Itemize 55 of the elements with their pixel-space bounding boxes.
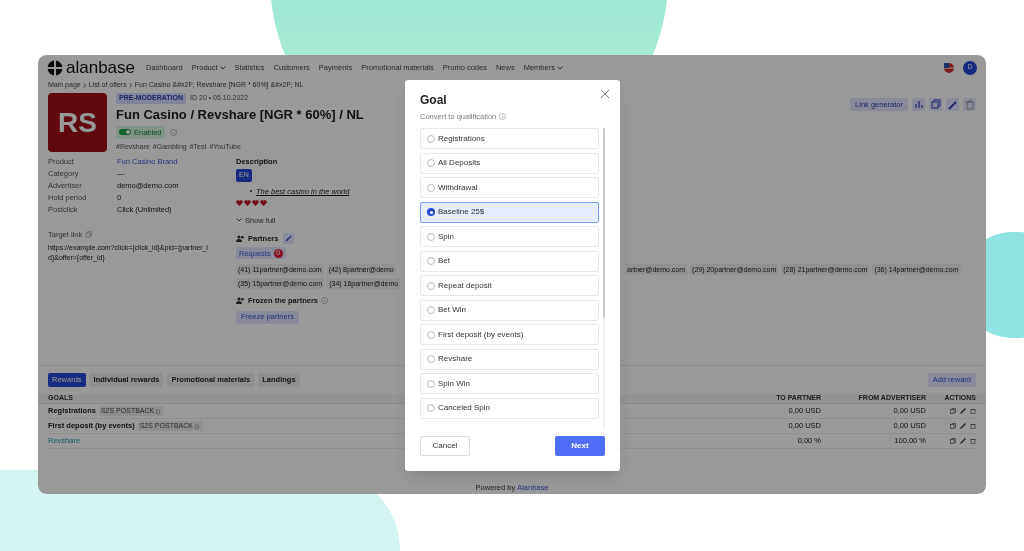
- copy-icon: [950, 408, 956, 414]
- goal-option[interactable]: Revshare: [420, 348, 599, 370]
- info-icon: [321, 297, 328, 305]
- trash-icon: [970, 423, 976, 429]
- chevron-down-icon: [236, 218, 242, 223]
- goal-option[interactable]: First deposit (by events): [420, 324, 599, 346]
- goal-option[interactable]: Spin: [420, 226, 599, 248]
- copy-icon: [929, 98, 942, 111]
- copy-icon: [156, 408, 162, 414]
- scrollbar[interactable]: [603, 128, 605, 431]
- chevron-right-icon: [82, 82, 87, 88]
- pencil-icon: [960, 423, 966, 429]
- copy-button[interactable]: [929, 98, 942, 111]
- logo-text: alanbase: [66, 59, 135, 76]
- chevron-down-icon: [556, 65, 563, 70]
- offer-logo: RS: [48, 93, 107, 152]
- goal-option[interactable]: Canceled Spin: [420, 397, 599, 419]
- copy-icon: [195, 423, 200, 429]
- trash-icon: [963, 98, 976, 111]
- trash-icon: [970, 408, 976, 414]
- goal-option[interactable]: Registrations: [420, 128, 599, 150]
- pencil-icon: [960, 408, 966, 414]
- chart-icon: [912, 98, 925, 111]
- goal-option[interactable]: Repeat deposit: [420, 275, 599, 297]
- dialog-title: Goal: [420, 94, 448, 106]
- close-icon: [600, 89, 610, 99]
- goal-option[interactable]: Withdrawal: [420, 177, 599, 199]
- copy-icon: [85, 231, 93, 239]
- cancel-button[interactable]: Cancel: [420, 436, 470, 457]
- goal-option[interactable]: Spin Win: [420, 373, 599, 395]
- goal-option[interactable]: Baseline 25$: [420, 201, 599, 223]
- chevron-right-icon: [128, 82, 133, 88]
- trash-icon: [970, 438, 976, 444]
- info-icon: [169, 128, 177, 136]
- info-icon: [499, 113, 507, 121]
- chart-button[interactable]: [912, 98, 925, 111]
- edit-button[interactable]: [283, 233, 295, 245]
- pencil-button[interactable]: [946, 98, 959, 111]
- pencil-icon: [946, 98, 959, 111]
- pencil-icon: [285, 235, 293, 243]
- next-button[interactable]: Next: [555, 436, 605, 457]
- copy-icon: [950, 423, 956, 429]
- users-icon: [236, 297, 245, 305]
- copy-icon: [950, 438, 956, 444]
- trash-button[interactable]: [963, 98, 976, 111]
- goal-option[interactable]: Bet Win: [420, 299, 599, 321]
- flag-icon: [944, 62, 954, 73]
- logo-icon: [47, 59, 63, 76]
- chevron-down-icon: [219, 65, 226, 70]
- offer-title: Fun Casino / Revshare [NGR * 60%] / NL: [116, 106, 364, 123]
- pencil-icon: [960, 438, 966, 444]
- goal-option[interactable]: All Deposits: [420, 152, 599, 174]
- close-button[interactable]: [599, 88, 611, 100]
- goal-option[interactable]: Bet: [420, 250, 599, 272]
- users-icon: [236, 235, 245, 243]
